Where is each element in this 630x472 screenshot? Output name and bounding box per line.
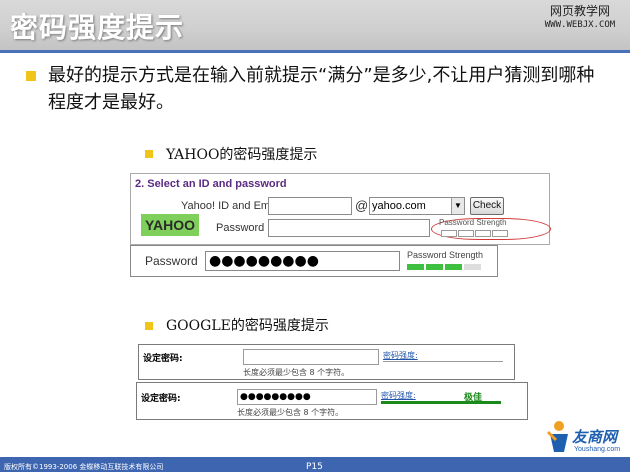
yahoo-logo: YAHOO [141,214,199,236]
slide-title: 密码强度提示 [10,11,185,44]
strength-segment [475,230,491,237]
google-password-input[interactable] [243,349,379,365]
yahoo-subheading: YAHOO的密码强度提示 [166,147,318,163]
watermark-name: 网页教学网 [549,4,610,18]
check-button[interactable]: Check [470,197,504,215]
youshang-logo: 友商网 Youshang.com [546,420,630,460]
google-strength-link[interactable]: 密码强度: [383,350,418,361]
strength-segment [464,264,481,270]
google-password-label: 设定密码: [141,394,181,404]
main-bullet-text: 最好的提示方式是在输入前就提示“满分”是多少,不让用户猜测到哪种程度才是最好。 [48,65,595,113]
watermark: 网页教学网 WWW.WEBJX.COM [536,4,624,32]
google-password-hint: 长度必须最少包含 8 个字符。 [237,408,344,417]
strength-meter-empty [383,361,503,362]
yahoo-signup-panel: 2. Select an ID and password Yahoo! ID a… [130,173,551,245]
bullet-icon [145,322,153,330]
google-password-input-filled[interactable]: ●●●●●●●●● [237,389,377,405]
google-password-label: 设定密码: [143,354,183,364]
strength-segment [441,230,457,237]
yahoo-filled-password-panel: Password ●●●●●●●●● Password Strength [130,245,498,277]
strength-segment [407,264,424,270]
yahoo-password-label: Password [216,222,265,234]
title-divider [0,50,630,53]
strength-meter-full [381,401,501,404]
copyright: 版权所有©1993-2006 金蝶移动互联技术有限公司 [4,463,164,471]
google-password-panel-filled: 设定密码: ●●●●●●●●● 密码强度: 极佳 长度必须最少包含 8 个字符。 [136,382,528,420]
yahoo-id-input[interactable] [268,197,352,215]
yahoo-strength-label: Password Strength [439,218,507,227]
yahoo-domain-select[interactable]: yahoo.com ▼ [369,197,465,215]
google-password-panel-empty: 设定密码: 密码强度: 长度必须最少包含 8 个字符。 [138,344,515,380]
bullet-icon [145,150,153,158]
filled-password-input[interactable]: ●●●●●●●●● [205,251,400,271]
chevron-down-icon[interactable]: ▼ [451,198,464,214]
yahoo-domain-value: yahoo.com [372,200,426,212]
google-strength-link[interactable]: 密码强度: [381,390,416,401]
page-number: P15 [306,462,323,472]
yahoo-id-label: Yahoo! ID and Email [181,200,282,212]
strength-segment [492,230,508,237]
strength-segment [426,264,443,270]
strength-segment [445,264,462,270]
person-icon [546,421,568,452]
bullet-icon [26,71,36,81]
google-subheading: GOOGLE的密码强度提示 [166,318,329,334]
logo-url: Youshang.com [574,446,621,453]
strength-segment [458,230,474,237]
at-sign: @ [355,198,369,213]
filled-password-label: Password [145,254,198,268]
yahoo-section-heading: 2. Select an ID and password [135,178,287,190]
google-password-hint: 长度必须最少包含 8 个字符。 [243,368,350,377]
watermark-url: WWW.WEBJX.COM [544,20,616,30]
logo-text: 友商网 [572,429,618,446]
filled-strength-meter [407,246,487,276]
yahoo-password-input[interactable] [268,219,430,237]
